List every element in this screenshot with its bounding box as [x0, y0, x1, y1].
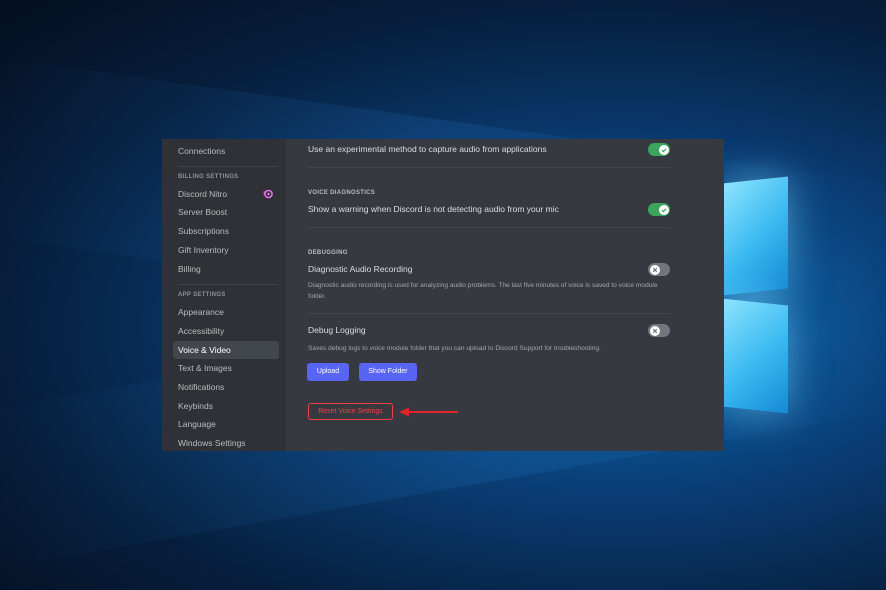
sidebar-item-windows-settings[interactable]: Windows Settings [173, 434, 279, 451]
sidebar-item-notifications[interactable]: Notifications [173, 378, 279, 396]
toggle-knob [649, 264, 660, 275]
sidebar-item-subscriptions[interactable]: Subscriptions [173, 222, 279, 240]
debugging-header: DEBUGGING [308, 250, 348, 256]
sidebar-item-accessibility[interactable]: Accessibility [173, 322, 279, 340]
section-divider [308, 313, 670, 314]
show-folder-button[interactable]: Show Folder [359, 363, 417, 381]
sidebar-item-gift-inventory[interactable]: Gift Inventory [173, 241, 279, 259]
windows-logo-pane [722, 176, 788, 296]
windows-logo-pane [722, 298, 788, 414]
settings-sidebar: Connections BILLING SETTINGS Discord Nit… [162, 139, 286, 451]
sidebar-divider [178, 284, 278, 285]
section-divider [308, 227, 670, 228]
diagnostic-audio-recording-description: Diagnostic audio recording is used for a… [308, 282, 658, 300]
diagnostic-audio-recording-label: Diagnostic Audio Recording [308, 264, 413, 274]
windows-logo [722, 176, 886, 430]
experimental-capture-toggle[interactable] [648, 143, 670, 156]
discord-settings-window: Connections BILLING SETTINGS Discord Nit… [162, 139, 724, 451]
sidebar-divider [178, 166, 278, 167]
diagnostic-audio-recording-toggle[interactable] [648, 263, 670, 276]
sidebar-item-billing[interactable]: Billing [173, 260, 279, 278]
toggle-knob [658, 204, 669, 215]
sidebar-item-appearance[interactable]: Appearance [173, 303, 279, 321]
sidebar-item-connections[interactable]: Connections [173, 142, 279, 160]
sidebar-item-language[interactable]: Language [173, 415, 279, 433]
reset-voice-settings-button[interactable]: Reset Voice Settings [308, 403, 393, 420]
nitro-icon [263, 189, 273, 199]
billing-settings-header: BILLING SETTINGS [178, 174, 239, 180]
sidebar-item-text-images[interactable]: Text & Images [173, 359, 279, 377]
debug-logging-label: Debug Logging [308, 325, 366, 335]
debug-logging-toggle[interactable] [648, 324, 670, 337]
x-icon [652, 267, 657, 272]
app-settings-header: APP SETTINGS [178, 292, 226, 298]
voice-diagnostics-header: VOICE DIAGNOSTICS [308, 190, 376, 196]
experimental-capture-label: Use an experimental method to capture au… [308, 144, 547, 154]
upload-button[interactable]: Upload [307, 363, 349, 381]
sidebar-item-keybinds[interactable]: Keybinds [173, 397, 279, 415]
sidebar-item-voice-video[interactable]: Voice & Video [173, 341, 279, 359]
mic-warning-label: Show a warning when Discord is not detec… [308, 204, 559, 214]
x-icon [652, 328, 657, 333]
section-divider [308, 167, 670, 168]
sidebar-item-label: Discord Nitro [178, 189, 228, 199]
voice-video-settings-content: Use an experimental method to capture au… [286, 139, 724, 451]
sidebar-item-discord-nitro[interactable]: Discord Nitro [173, 185, 279, 203]
sidebar-item-server-boost[interactable]: Server Boost [173, 203, 279, 221]
check-icon [661, 207, 666, 212]
mic-warning-toggle[interactable] [648, 203, 670, 216]
toggle-knob [649, 325, 660, 336]
debug-logging-description: Saves debug logs to voice module folder … [308, 345, 601, 352]
check-icon [661, 147, 666, 152]
toggle-knob [658, 144, 669, 155]
arrow-annotation [399, 407, 458, 417]
